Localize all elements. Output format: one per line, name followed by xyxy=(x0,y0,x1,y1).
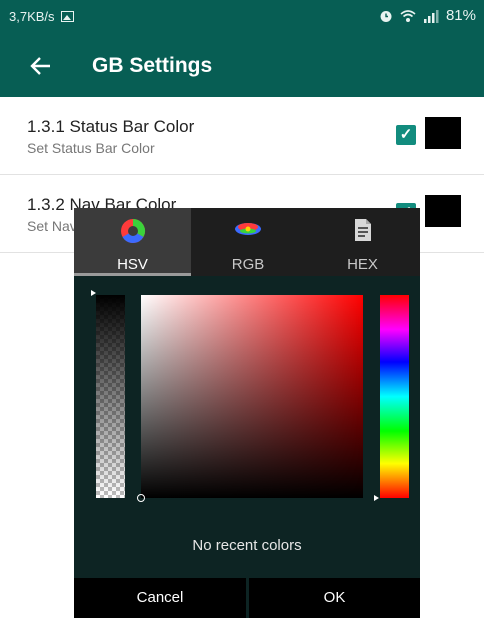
nav-bar-color-swatch[interactable] xyxy=(425,195,461,227)
arrow-left-icon xyxy=(30,57,50,75)
signal-icon xyxy=(423,9,439,23)
setting-title: 1.3.1 Status Bar Color xyxy=(27,117,195,136)
network-speed: 3,7KB/s xyxy=(9,9,55,24)
picker-tabs: HSV RGB HEX xyxy=(74,208,420,276)
tab-hsv-label: HSV xyxy=(117,256,148,273)
page-title: GB Settings xyxy=(92,54,213,77)
cancel-button[interactable]: Cancel xyxy=(74,578,246,618)
recent-colors-text: No recent colors xyxy=(192,537,302,554)
status-bar-color-swatch[interactable] xyxy=(425,117,461,149)
color-picker-dialog: HSV RGB HEX No recent colors Cancel OK xyxy=(74,208,420,618)
setting-status-bar-color[interactable]: 1.3.1 Status Bar Color Set Status Bar Co… xyxy=(0,97,484,175)
alpha-slider[interactable] xyxy=(96,295,125,498)
battery-percentage: 81% xyxy=(445,7,476,24)
hue-slider-handle[interactable] xyxy=(374,495,379,501)
status-bar: 3,7KB/s 81% xyxy=(0,0,484,35)
image-icon xyxy=(60,11,74,22)
tab-rgb-label: RGB xyxy=(231,256,265,273)
rgb-eye-icon xyxy=(235,223,261,235)
tab-hsv[interactable]: HSV xyxy=(74,208,191,276)
setting-subtitle: Set Status Bar Color xyxy=(27,140,155,156)
alarm-icon xyxy=(380,10,392,22)
hue-slider[interactable] xyxy=(380,295,409,498)
app-bar: GB Settings xyxy=(0,35,484,97)
status-bar-color-checkbox[interactable]: ✓ xyxy=(396,125,416,145)
wifi-icon xyxy=(400,9,416,22)
color-wheel-icon xyxy=(120,219,145,244)
back-button[interactable] xyxy=(30,50,62,82)
tab-hex[interactable]: HEX xyxy=(305,208,420,276)
saturation-value-panel[interactable] xyxy=(141,295,363,498)
dialog-button-bar: Cancel OK xyxy=(74,578,420,618)
hex-code-icon xyxy=(354,219,371,241)
tab-rgb[interactable]: RGB xyxy=(191,208,305,276)
ok-button[interactable]: OK xyxy=(249,578,420,618)
saturation-value-handle[interactable] xyxy=(137,494,145,502)
tab-hex-label: HEX xyxy=(347,256,378,273)
